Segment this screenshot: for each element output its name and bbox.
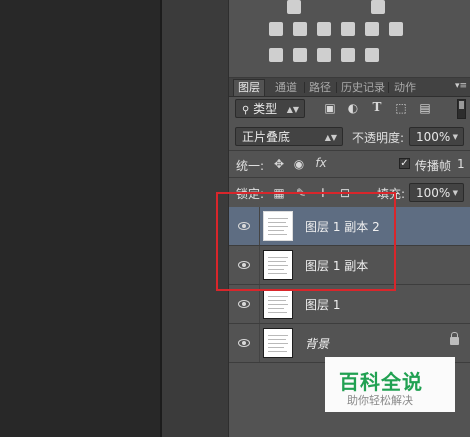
visibility-column-divider <box>259 324 260 362</box>
black-white-icon[interactable] <box>317 22 331 36</box>
blend-mode-dropdown[interactable]: 正片叠底 ▲▼ <box>235 127 343 146</box>
panel-divider <box>160 0 162 437</box>
filter-smart-object-icon[interactable]: ▤ <box>419 102 431 114</box>
adjustments-row-1 <box>269 0 385 14</box>
search-icon: ⚲ <box>242 105 250 116</box>
selective-color-icon[interactable] <box>341 48 355 62</box>
color-lookup-icon[interactable] <box>389 22 403 36</box>
unify-position-icon[interactable]: ✥ <box>273 158 285 170</box>
layer-thumbnail <box>263 289 293 319</box>
levels-icon[interactable] <box>371 0 385 14</box>
tab-paths[interactable]: 路径 <box>305 80 335 96</box>
threshold-icon[interactable] <box>317 48 331 62</box>
filter-shape-icon[interactable]: ⬚ <box>395 102 407 114</box>
chevron-down-icon: ▲▼ <box>286 105 299 114</box>
chevron-down-icon: ▲▼ <box>324 133 337 142</box>
tab-divider <box>388 82 389 93</box>
layer-filter-dropdown[interactable]: ⚲ 类型 ▲▼ <box>235 99 305 118</box>
blend-mode-value: 正片叠底 <box>242 130 291 144</box>
panel-tabs: 图层 通道 路径 历史记录 动作 ▾≡ <box>229 78 470 97</box>
tab-actions[interactable]: 动作 <box>390 80 420 96</box>
layer-thumbnail <box>263 328 293 358</box>
divider <box>229 177 470 178</box>
eye-icon[interactable] <box>238 299 250 308</box>
document-canvas-area[interactable] <box>0 0 160 437</box>
eye-icon[interactable] <box>238 338 250 347</box>
annotation-highlight-box <box>216 192 396 291</box>
propagate-value: 1 <box>457 157 465 171</box>
watermark-title: 百科全说 <box>339 370 423 394</box>
opacity-value: 100% <box>416 130 451 144</box>
gradient-map-icon[interactable] <box>365 48 379 62</box>
divider <box>229 150 470 151</box>
panel-menu-icon[interactable]: ▾≡ <box>455 81 467 91</box>
watermark: 百科全说 助你轻松解决 <box>325 357 455 412</box>
adjustments-panel <box>229 0 470 78</box>
vibrance-icon[interactable] <box>269 22 283 36</box>
layer-name[interactable]: 背景 <box>305 335 329 352</box>
unify-visibility-icon[interactable]: ◉ <box>293 158 305 170</box>
brightness-icon[interactable] <box>287 0 301 14</box>
propagate-checkbox[interactable]: ✓ <box>399 158 410 169</box>
photo-filter-icon[interactable] <box>341 22 355 36</box>
watermark-subtitle: 助你轻松解决 <box>347 394 413 407</box>
posterize-icon[interactable] <box>293 48 307 62</box>
filter-pixel-icon[interactable]: ▣ <box>324 102 336 114</box>
propagate-label: 传播帧 <box>415 159 452 173</box>
opacity-label: 不透明度: <box>352 131 405 145</box>
fill-field[interactable]: 100% ▼ <box>409 183 464 202</box>
invert-icon[interactable] <box>269 48 283 62</box>
adjustments-row-3 <box>269 48 379 62</box>
color-balance-icon[interactable] <box>293 22 307 36</box>
unify-style-icon[interactable]: fx <box>315 157 327 169</box>
adjustments-row-2 <box>269 22 403 36</box>
filter-adjustment-icon[interactable]: ◐ <box>347 102 359 114</box>
fill-value: 100% <box>416 186 451 200</box>
unify-label: 统一: <box>236 159 265 173</box>
layer-name[interactable]: 图层 1 <box>305 296 340 313</box>
tab-channels[interactable]: 通道 <box>271 80 301 96</box>
tab-layers[interactable]: 图层 <box>233 79 265 96</box>
filter-type-icon[interactable]: T <box>371 101 383 113</box>
lock-icon <box>450 332 459 345</box>
tab-history[interactable]: 历史记录 <box>337 80 389 96</box>
filter-kind-label: 类型 <box>253 102 278 116</box>
channel-mixer-icon[interactable] <box>365 22 379 36</box>
filter-toggle-switch[interactable] <box>457 99 466 119</box>
chevron-down-icon: ▼ <box>452 189 458 197</box>
chevron-down-icon: ▼ <box>452 133 458 141</box>
opacity-field[interactable]: 100% ▼ <box>409 127 464 146</box>
